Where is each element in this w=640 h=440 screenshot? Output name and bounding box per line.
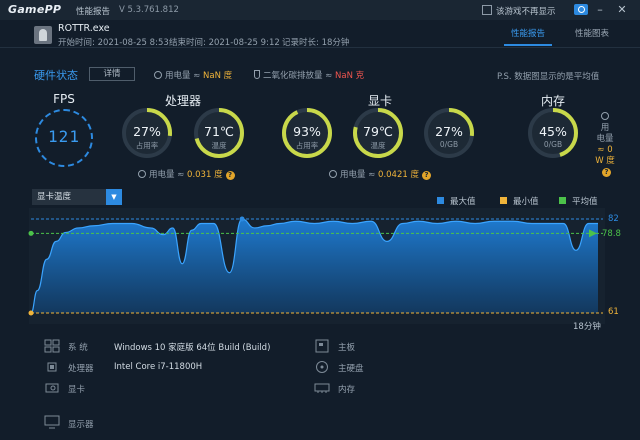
motherboard-label: 主板 xyxy=(338,343,356,353)
max-point-marker xyxy=(239,216,245,222)
os-value: Windows 10 家庭版 64位 Build (Build) xyxy=(114,343,271,353)
motherboard-icon xyxy=(315,339,329,353)
cpu-chip-icon xyxy=(47,362,57,372)
os-icon xyxy=(44,339,60,353)
gpu-card-icon xyxy=(45,383,59,393)
cpu-value: Intel Core i7-11800H xyxy=(114,362,203,372)
os-label: 系 统 xyxy=(68,343,88,353)
avg-start-marker xyxy=(28,230,34,236)
min-value-label: 61 xyxy=(608,307,619,317)
gpu-label: 显卡 xyxy=(68,385,86,395)
cpu-label: 处理器 xyxy=(68,364,94,374)
gpu-temperature-chart xyxy=(28,208,605,324)
avg-value-label: 78.8 xyxy=(602,229,621,239)
disk-icon xyxy=(316,361,328,373)
max-value-label: 82 xyxy=(608,214,619,224)
disk-label: 主硬盘 xyxy=(338,364,364,374)
ram-label: 内存 xyxy=(338,385,356,395)
monitor-label: 显示器 xyxy=(68,420,94,430)
monitor-icon xyxy=(44,415,60,429)
x-axis-end-label: 18分钟 xyxy=(573,322,601,332)
ram-icon xyxy=(314,383,330,393)
